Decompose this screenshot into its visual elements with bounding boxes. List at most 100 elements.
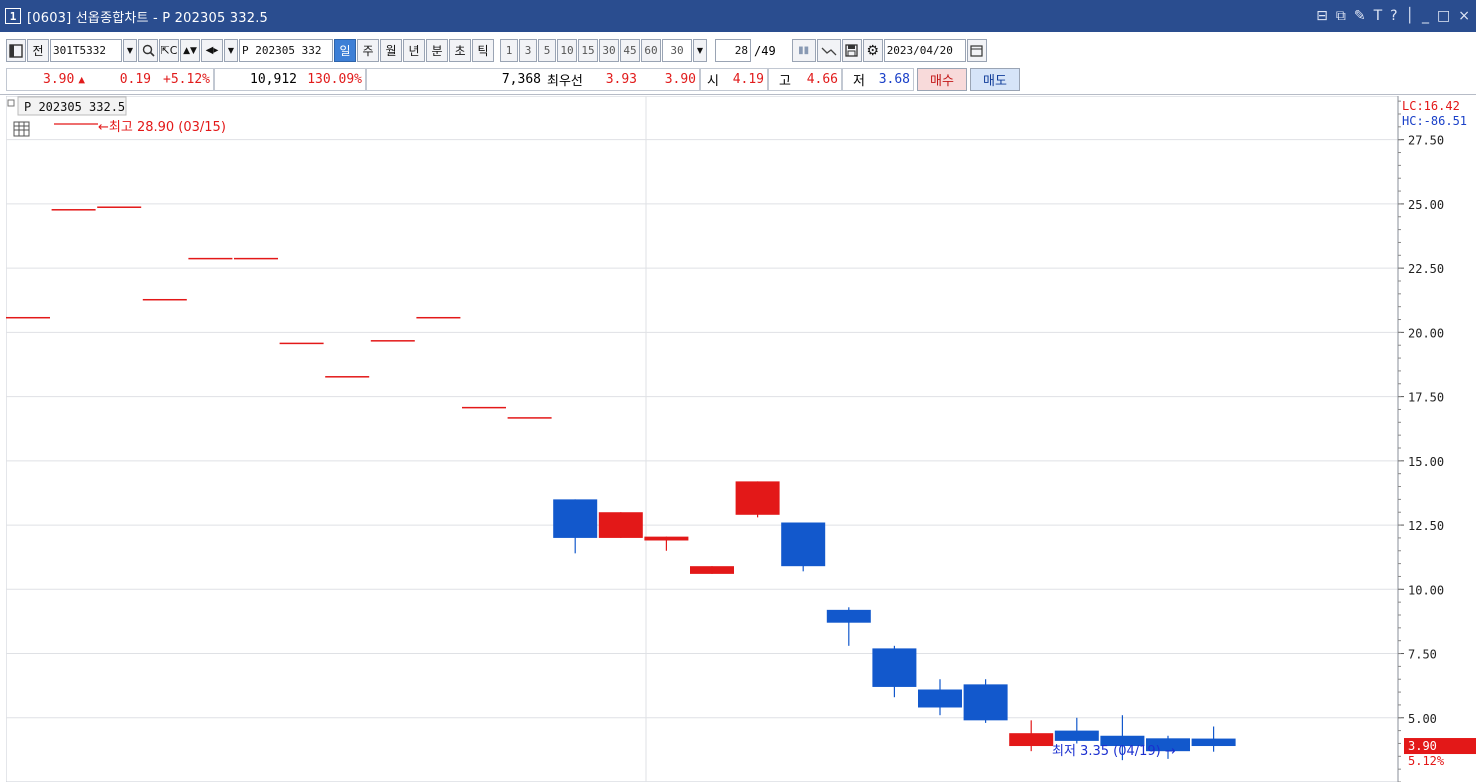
count-input[interactable]: 28 — [715, 39, 751, 62]
interval-60-button[interactable]: 60 — [641, 39, 661, 62]
candle-body[interactable] — [1191, 738, 1236, 747]
current-price: 3.90 — [43, 72, 75, 87]
search-icon[interactable] — [138, 39, 158, 62]
maximize-button[interactable]: □ — [1437, 8, 1450, 24]
candle-body[interactable] — [1009, 733, 1054, 747]
save-icon[interactable] — [841, 39, 862, 62]
best-quantity: 7,368 — [366, 68, 544, 91]
interval-10-button[interactable]: 10 — [557, 39, 577, 62]
sound-icon[interactable]: ◀▸ — [201, 39, 223, 62]
help-icon[interactable]: ? — [1390, 8, 1397, 24]
candle-body[interactable] — [826, 609, 871, 623]
candle-body[interactable] — [188, 257, 233, 260]
low-price: 3.68 — [868, 68, 914, 91]
candle-body[interactable] — [370, 340, 415, 342]
candle-body[interactable] — [690, 566, 734, 574]
candlestick-chart[interactable]: 27.50 25.00 22.50 20.00 17.50 15.00 12.50 10.00… — [6, 96, 1476, 782]
chart-svg[interactable]: 27.50 25.00 22.50 20.00 17.50 15.00 12.50 10.00… — [6, 96, 1476, 782]
y-tick-label: 22.50 — [1408, 262, 1444, 276]
close-button[interactable]: × — [1458, 8, 1470, 24]
buy-button[interactable]: 매수 — [917, 68, 967, 91]
max-annotation: ←최고 28.90 (03/15) — [98, 120, 226, 135]
panel-toggle-icon[interactable] — [6, 39, 26, 62]
candle-body[interactable] — [1054, 730, 1099, 741]
plot-area[interactable] — [6, 96, 1399, 782]
candle-body[interactable] — [598, 512, 643, 538]
period-week-tab[interactable]: 주 — [357, 39, 379, 62]
candle-body[interactable] — [553, 499, 598, 538]
period-day-tab[interactable]: 일 — [334, 39, 356, 62]
link-code-icon[interactable]: ⇱C — [159, 39, 179, 62]
legend-label: P 202305 332.5 — [24, 100, 125, 114]
candle-body[interactable] — [416, 316, 461, 319]
y-tick-label: 27.50 — [1408, 134, 1444, 148]
spin-updown-icon[interactable]: ▲▼ — [180, 39, 200, 62]
candle-body[interactable] — [234, 257, 278, 260]
period-tick-tab[interactable]: 틱 — [472, 39, 494, 62]
code-dropdown-icon[interactable]: ▼ — [123, 39, 137, 62]
count-total: /49 — [754, 43, 776, 58]
window-number-badge[interactable]: 1 — [5, 8, 21, 24]
y-tick-label: 25.00 — [1408, 198, 1444, 212]
y-tick-label: 12.50 — [1408, 519, 1444, 533]
period-month-tab[interactable]: 월 — [380, 39, 402, 62]
trend-tool-icon[interactable] — [816, 39, 841, 62]
calendar-icon[interactable] — [966, 39, 987, 62]
separator: │ — [1405, 8, 1415, 24]
y-axis: 27.50 25.00 22.50 20.00 17.50 15.00 12.50 10.00… — [1397, 96, 1444, 782]
candle-body[interactable] — [279, 342, 324, 345]
best-ask: 3.93 — [592, 68, 640, 91]
instrument-name-input[interactable]: P 202305 332 — [239, 39, 333, 62]
restore-icon[interactable]: ⧉ — [1336, 8, 1346, 24]
interval-5-button[interactable]: 5 — [538, 39, 556, 62]
lc-label: LC:16.42 — [1402, 99, 1460, 113]
period-minute-tab[interactable]: 분 — [426, 39, 448, 62]
layout-icon[interactable]: ⊟ — [1316, 8, 1328, 24]
data-table-icon[interactable] — [13, 121, 30, 137]
period-year-tab[interactable]: 년 — [403, 39, 425, 62]
edit-icon[interactable]: ✎ — [1354, 8, 1366, 24]
interval-3-button[interactable]: 3 — [519, 39, 537, 62]
candle-body[interactable] — [644, 536, 689, 541]
current-pct-label: 5.12% — [1408, 754, 1445, 768]
hc-label: HC:-86.51 — [1402, 114, 1467, 128]
interval-dropdown-icon[interactable]: ▼ — [693, 39, 707, 62]
candle-body[interactable] — [507, 417, 552, 419]
candle-body[interactable] — [97, 206, 142, 208]
price-change-pct: +5.12% — [154, 68, 214, 91]
code-input[interactable]: 301T5332 — [50, 39, 122, 62]
candle-style-icon[interactable]: ▮▮ — [791, 39, 816, 62]
candle-body[interactable] — [872, 648, 917, 687]
interval-45-button[interactable]: 45 — [620, 39, 640, 62]
interval-30-button[interactable]: 30 — [599, 39, 619, 62]
all-button[interactable]: 전 — [27, 39, 49, 62]
up-arrow-icon: ▲ — [78, 73, 85, 86]
sell-button[interactable]: 매도 — [970, 68, 1020, 91]
y-tick-label: 5.00 — [1408, 712, 1437, 726]
candle-body[interactable] — [6, 316, 50, 319]
interval-input[interactable]: 30 — [662, 39, 692, 62]
y-tick-label: 20.00 — [1408, 326, 1444, 340]
candle-body[interactable] — [325, 376, 370, 378]
candle-body[interactable] — [918, 689, 962, 708]
y-tick-label: 7.50 — [1408, 648, 1437, 662]
header-divider — [0, 94, 1476, 95]
minimize-button[interactable]: _ — [1422, 8, 1429, 24]
candle-body[interactable] — [51, 209, 96, 211]
title-bar: 1 [0603] 선옵종합차트 - P 202305 332.5 ⊟ ⧉ ✎ T… — [0, 0, 1476, 32]
candle-body[interactable] — [735, 481, 780, 515]
date-input[interactable]: 2023/04/20 — [883, 39, 966, 62]
interval-1-button[interactable]: 1 — [500, 39, 518, 62]
interval-15-button[interactable]: 15 — [578, 39, 598, 62]
candle-body[interactable] — [963, 684, 1008, 721]
candle-body[interactable] — [781, 522, 826, 567]
candle-body[interactable] — [142, 298, 187, 301]
period-second-tab[interactable]: 초 — [449, 39, 471, 62]
settings-gear-icon[interactable]: ⚙ — [862, 39, 883, 62]
current-price-label: 3.90 — [1408, 739, 1437, 753]
text-icon[interactable]: T — [1374, 8, 1383, 24]
candle-body[interactable] — [462, 406, 506, 409]
sound-dropdown-icon[interactable]: ▼ — [224, 39, 238, 62]
open-price: 4.19 — [722, 68, 768, 91]
y-tick-label: 15.00 — [1408, 455, 1444, 469]
